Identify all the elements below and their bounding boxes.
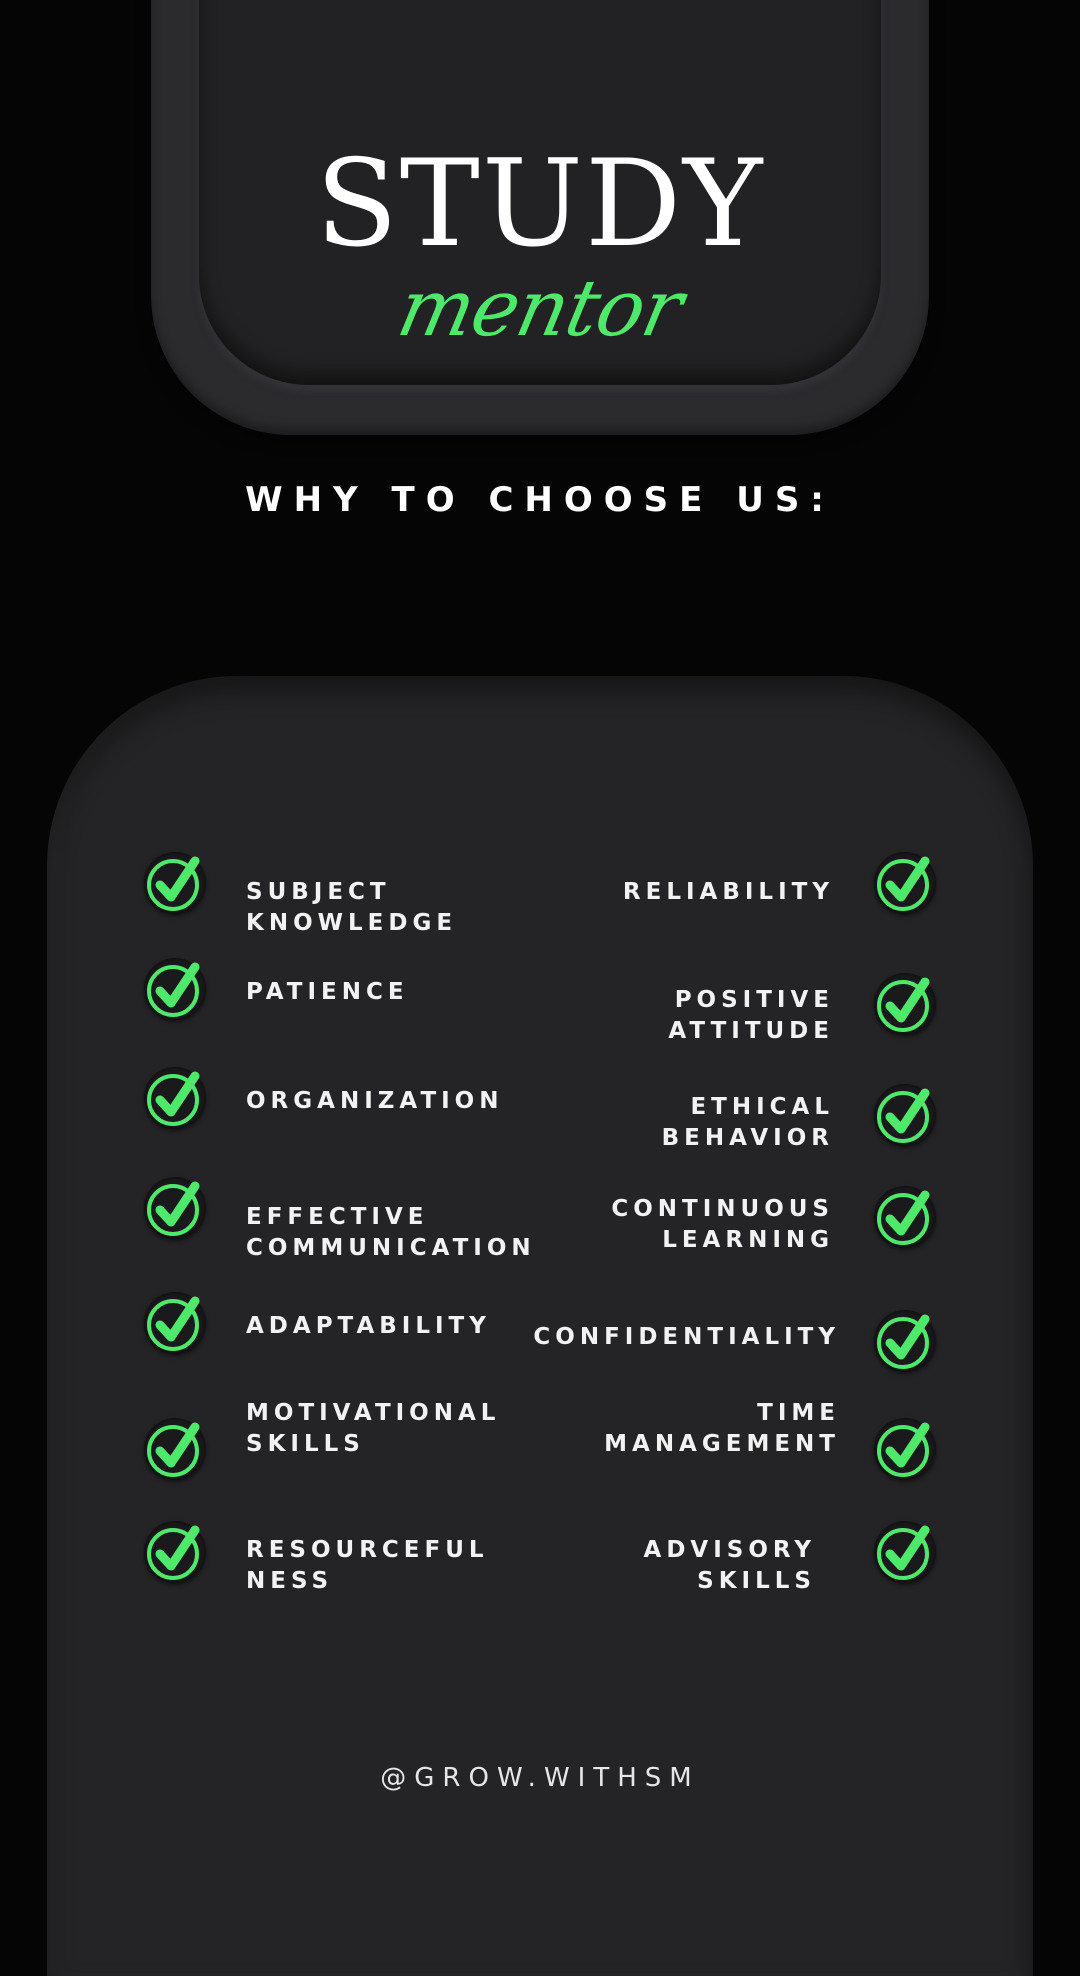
feature-label: PATIENCE — [246, 979, 409, 1005]
check-circle-icon — [144, 1418, 206, 1480]
feature-label: SUBJECT KNOWLEDGE — [246, 879, 458, 936]
feature-label: POSITIVE ATTITUDE — [668, 987, 834, 1044]
check-circle-icon — [144, 1292, 206, 1354]
social-handle: @GROW.WITHSM — [380, 1763, 700, 1793]
check-circle-icon — [874, 1084, 936, 1146]
feature-label: RELIABILITY — [622, 879, 834, 905]
brand-title: STUDY — [315, 135, 765, 274]
check-circle-icon — [144, 958, 206, 1020]
brand-subtitle: mentor — [390, 264, 690, 354]
feature-label: ETHICAL BEHAVIOR — [661, 1094, 834, 1151]
check-circle-icon — [874, 1186, 936, 1248]
check-circle-icon — [874, 1521, 936, 1583]
feature-label: ADVISORY SKILLS — [643, 1537, 816, 1594]
check-circle-icon — [874, 852, 936, 914]
feature-label: CONTINUOUS LEARNING — [611, 1196, 834, 1253]
check-circle-icon — [874, 1418, 936, 1480]
check-circle-icon — [144, 1521, 206, 1583]
feature-label: CONFIDENTIALITY — [533, 1324, 840, 1350]
check-circle-icon — [144, 1177, 206, 1239]
check-circle-icon — [144, 852, 206, 914]
check-circle-icon — [144, 1067, 206, 1129]
check-circle-icon — [874, 973, 936, 1035]
check-circle-icon — [874, 1310, 936, 1372]
feature-label: RESOURCEFUL NESS — [246, 1537, 489, 1594]
section-heading: WHY TO CHOOSE US: — [245, 480, 835, 520]
feature-label: EFFECTIVE COMMUNICATION — [246, 1204, 536, 1261]
feature-label: ADAPTABILITY — [246, 1313, 491, 1339]
feature-label: MOTIVATIONAL SKILLS — [246, 1400, 501, 1457]
feature-label: ORGANIZATION — [246, 1088, 504, 1114]
feature-label: TIME MANAGEMENT — [604, 1400, 840, 1457]
